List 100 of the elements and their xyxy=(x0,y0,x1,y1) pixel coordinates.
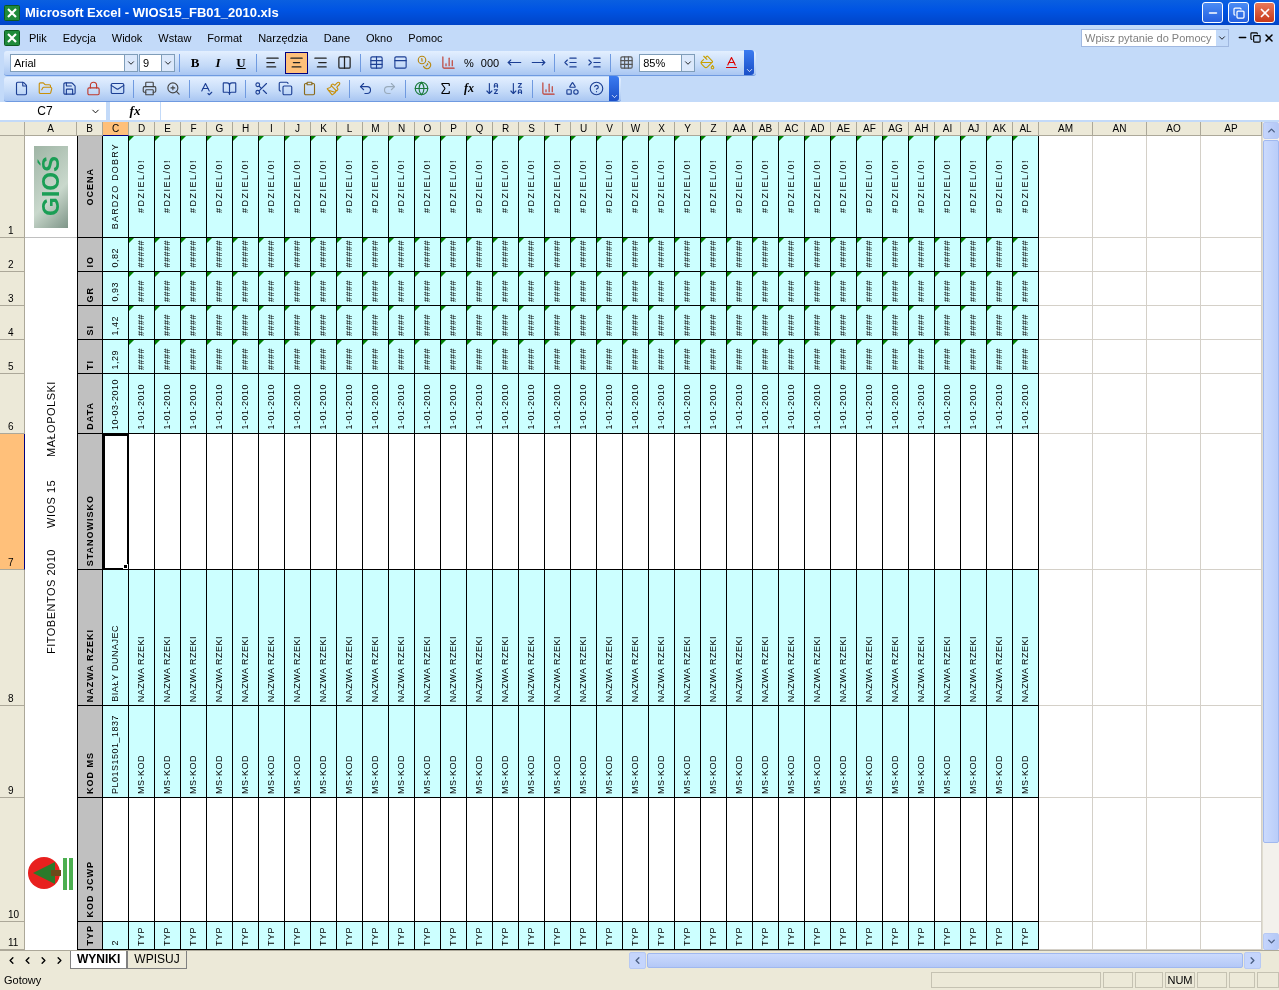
table-cell: #### xyxy=(467,272,493,306)
sheet-tab[interactable]: WYNIKI xyxy=(70,950,128,969)
column-header[interactable]: AG xyxy=(883,122,909,136)
insert-function-button[interactable]: fx xyxy=(458,77,480,100)
column-header[interactable]: A xyxy=(25,122,77,136)
sheet-tab[interactable]: WPISUJ xyxy=(127,950,187,969)
percent-button[interactable]: % xyxy=(461,51,477,74)
column-header[interactable]: AI xyxy=(935,122,961,136)
column-header[interactable]: P xyxy=(441,122,467,136)
scroll-left-button[interactable] xyxy=(629,952,646,969)
column-header[interactable]: AJ xyxy=(961,122,987,136)
row-header[interactable]: 2 xyxy=(0,238,25,272)
column-header[interactable]: AL xyxy=(1013,122,1039,136)
column-header[interactable]: H xyxy=(233,122,259,136)
column-header[interactable]: Z xyxy=(701,122,727,136)
minimize-button[interactable] xyxy=(1202,2,1223,23)
table-cell: TYP xyxy=(311,922,337,950)
column-header[interactable]: G xyxy=(207,122,233,136)
restore-icon[interactable] xyxy=(1250,32,1261,43)
column-header[interactable]: V xyxy=(597,122,623,136)
menu-item[interactable]: Pomoc xyxy=(401,29,450,46)
menu-item[interactable]: Narzędzia xyxy=(251,29,315,46)
thousands-button[interactable]: 000 xyxy=(477,51,503,74)
column-header[interactable]: AP xyxy=(1201,122,1262,136)
help-search-field[interactable]: Wpisz pytanie do Pomocy xyxy=(1081,28,1229,47)
column-header[interactable]: K xyxy=(311,122,337,136)
table-cell: MS-KOD xyxy=(337,706,363,798)
column-header[interactable]: AB xyxy=(753,122,779,136)
align-center-button[interactable] xyxy=(285,51,308,74)
column-header[interactable]: Q xyxy=(467,122,493,136)
zoom-field[interactable]: 85% xyxy=(639,53,683,72)
menu-item[interactable]: Widok xyxy=(104,29,150,46)
table-cell: TYP xyxy=(1013,922,1039,950)
row-header[interactable]: 1 xyxy=(0,136,25,238)
scrollbar-thumb[interactable] xyxy=(1263,140,1279,843)
column-header[interactable]: T xyxy=(545,122,571,136)
column-header[interactable]: AC xyxy=(779,122,805,136)
menu-item[interactable]: Format xyxy=(200,29,250,46)
column-header[interactable]: W xyxy=(623,122,649,136)
text-style-button[interactable]: B xyxy=(184,51,206,74)
table-cell: TYP xyxy=(285,922,311,950)
menu-item[interactable]: Edycja xyxy=(55,29,103,46)
scroll-up-button[interactable] xyxy=(1263,122,1279,139)
column-header[interactable]: AM xyxy=(1039,122,1093,136)
column-header[interactable]: AF xyxy=(857,122,883,136)
column-header[interactable]: J xyxy=(285,122,311,136)
column-header[interactable]: F xyxy=(181,122,207,136)
column-header[interactable]: AN xyxy=(1093,122,1147,136)
column-header[interactable]: I xyxy=(259,122,285,136)
table-cell: #### xyxy=(727,306,753,340)
column-header[interactable]: U xyxy=(571,122,597,136)
column-header[interactable]: R xyxy=(493,122,519,136)
menu-item[interactable]: Okno xyxy=(359,29,400,46)
column-header[interactable]: D xyxy=(129,122,155,136)
column-header[interactable]: L xyxy=(337,122,363,136)
row-header[interactable]: 7 xyxy=(0,434,25,570)
column-header[interactable]: B xyxy=(77,122,103,136)
table-cell: #### xyxy=(311,340,337,374)
text-style-button[interactable]: I xyxy=(207,51,229,74)
row-header[interactable]: 5 xyxy=(0,340,25,374)
column-header[interactable]: S xyxy=(519,122,545,136)
column-header[interactable]: Y xyxy=(675,122,701,136)
menu-item[interactable]: Dane xyxy=(316,29,357,46)
column-header[interactable]: AE xyxy=(831,122,857,136)
toolbar-options-button[interactable] xyxy=(609,76,619,101)
close-button[interactable] xyxy=(1254,2,1275,23)
row-header[interactable]: 11 xyxy=(0,922,25,950)
font-field[interactable]: Arial xyxy=(10,53,125,72)
toolbar-options-button[interactable] xyxy=(744,50,755,75)
column-header[interactable]: AA xyxy=(727,122,753,136)
column-header[interactable]: O xyxy=(415,122,441,136)
column-header[interactable]: E xyxy=(155,122,181,136)
row-header[interactable]: 3 xyxy=(0,272,25,306)
text-style-button[interactable]: U xyxy=(230,51,252,74)
scroll-down-button[interactable] xyxy=(1263,933,1279,950)
row-header[interactable]: 6 xyxy=(0,374,25,434)
restore-button[interactable] xyxy=(1228,2,1249,23)
column-header[interactable]: AK xyxy=(987,122,1013,136)
column-header[interactable]: M xyxy=(363,122,389,136)
cell-cursor[interactable] xyxy=(103,434,129,570)
row-header[interactable]: 4 xyxy=(0,306,25,340)
scrollbar-thumb[interactable] xyxy=(647,953,1243,968)
table-cell: TYP xyxy=(181,922,207,950)
column-header[interactable]: C xyxy=(103,122,129,136)
column-header[interactable]: AO xyxy=(1147,122,1201,136)
row-header[interactable]: 8 xyxy=(0,570,25,706)
table-cell: #### xyxy=(753,306,779,340)
column-header[interactable]: AD xyxy=(805,122,831,136)
table-cell: #### xyxy=(155,272,181,306)
row-header[interactable]: 9 xyxy=(0,706,25,798)
menu-item[interactable]: Plik xyxy=(22,29,54,46)
font-size-field[interactable]: 9 xyxy=(139,53,162,72)
scroll-right-button[interactable] xyxy=(1244,952,1261,969)
column-header[interactable]: N xyxy=(389,122,415,136)
menu-item[interactable]: Wstaw xyxy=(151,29,199,46)
row-header[interactable]: 10 xyxy=(0,798,25,922)
close-icon[interactable] xyxy=(1263,31,1275,44)
column-header[interactable]: X xyxy=(649,122,675,136)
table-cell: ##### xyxy=(805,238,831,272)
column-header[interactable]: AH xyxy=(909,122,935,136)
